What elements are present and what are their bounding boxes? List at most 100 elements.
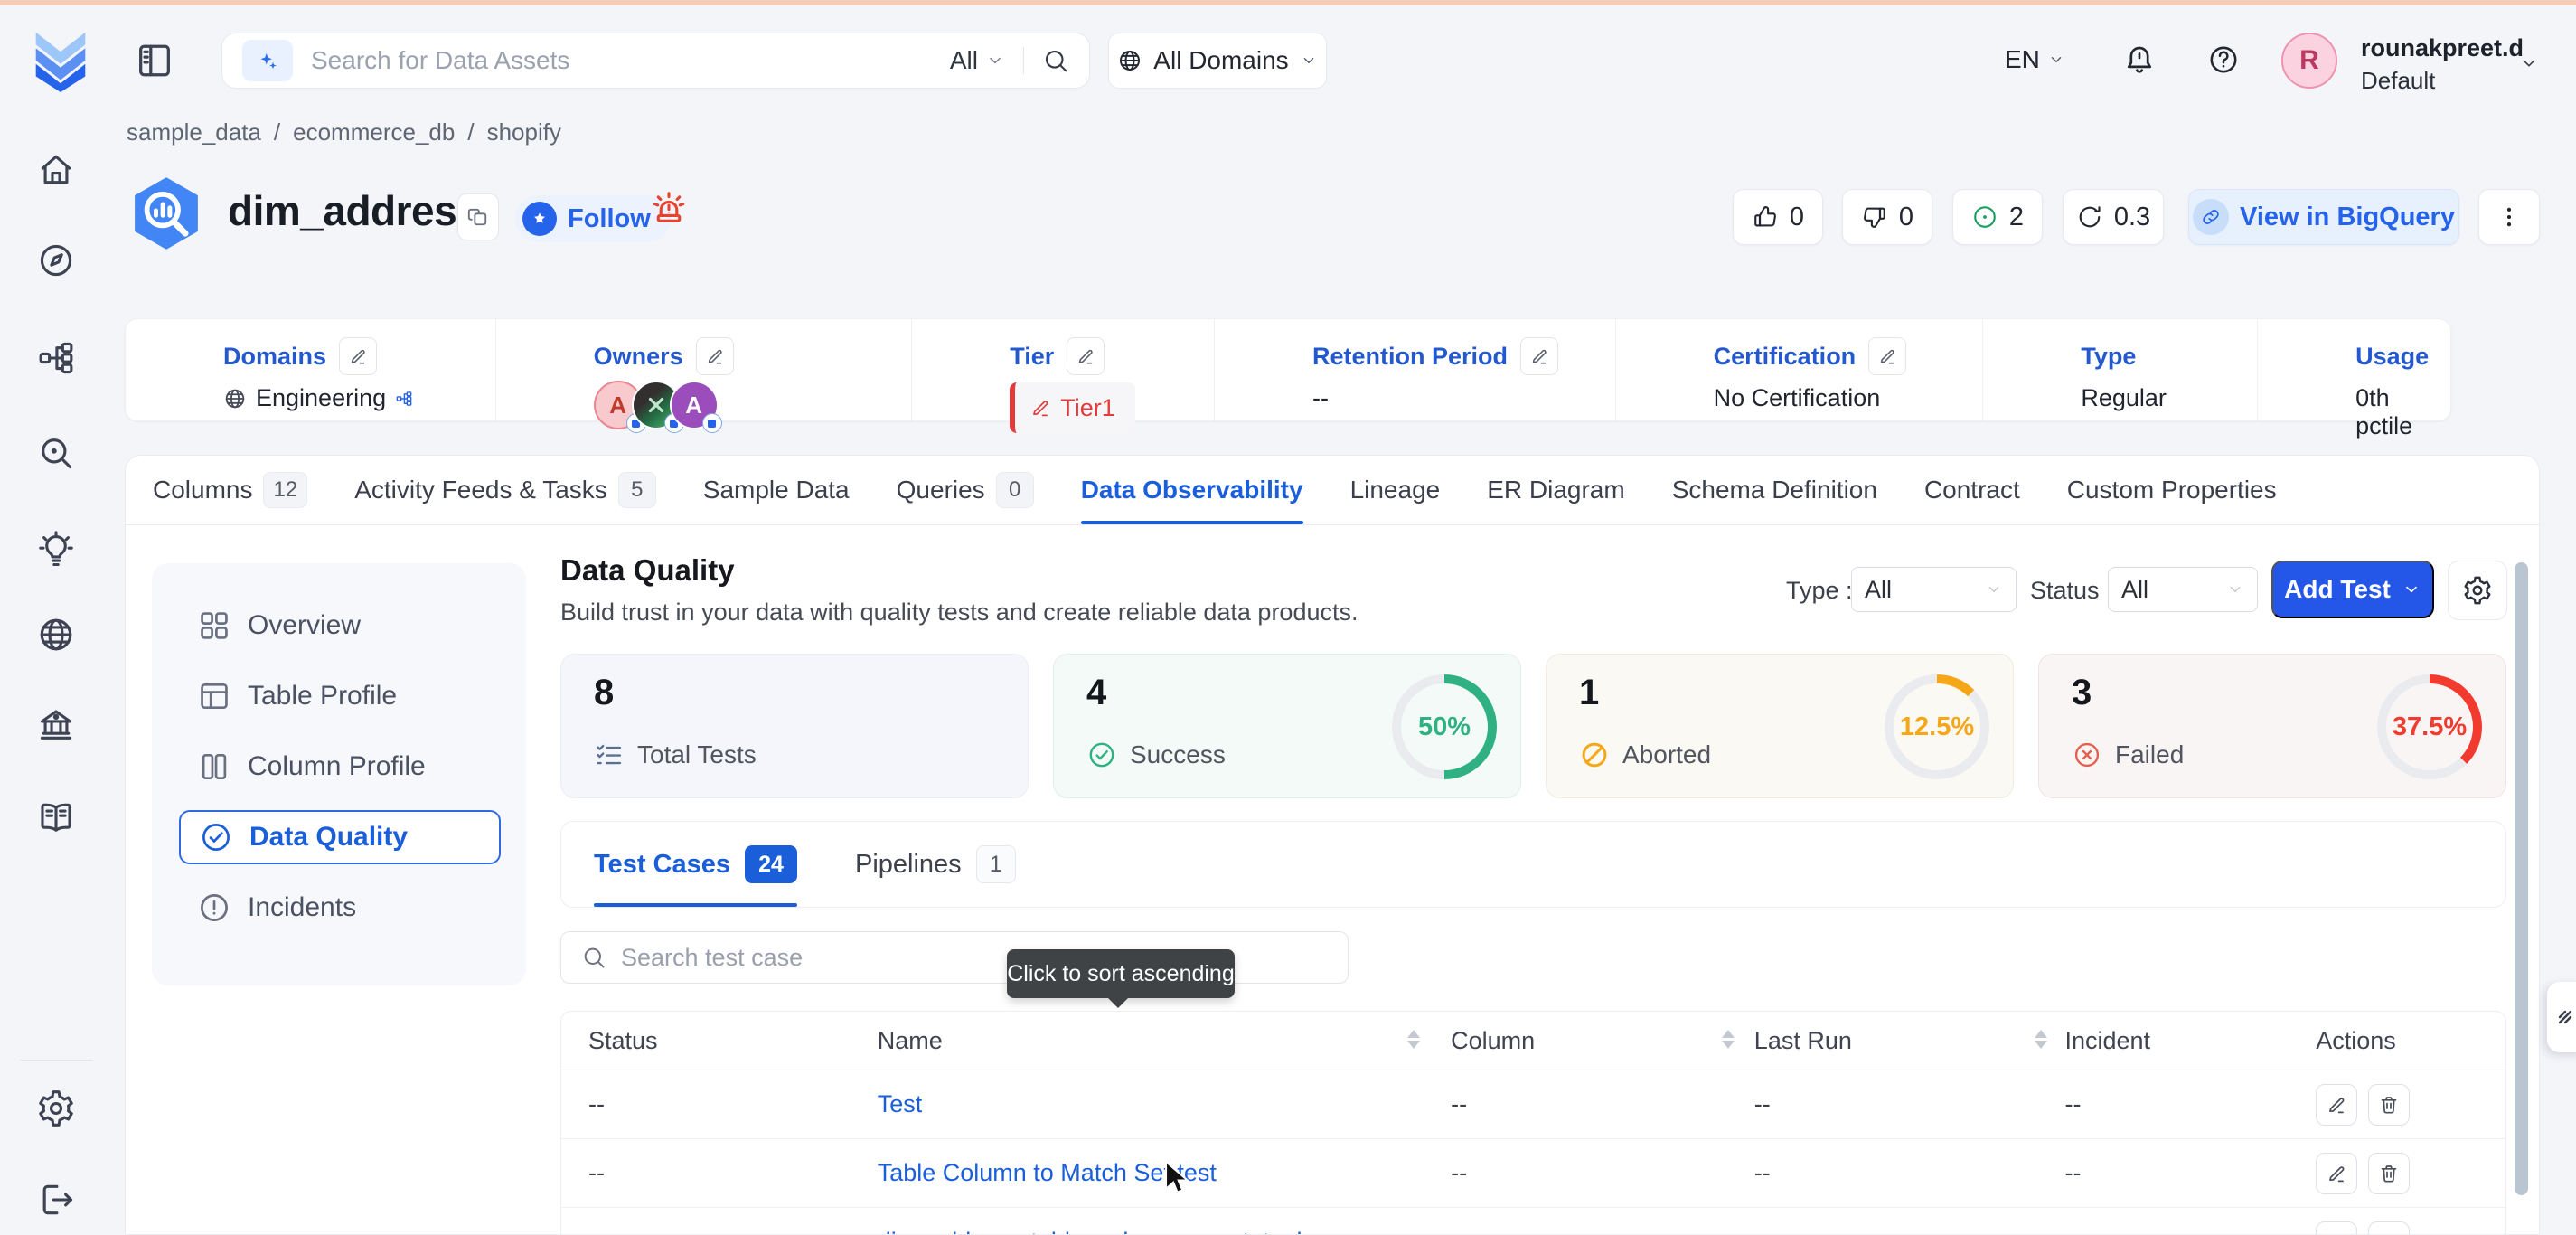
- side-panel-toggle[interactable]: [2547, 982, 2576, 1052]
- delete-test-button[interactable]: [2368, 1221, 2410, 1235]
- tag-icon: [1029, 397, 1051, 419]
- global-search-input[interactable]: [311, 46, 950, 75]
- user-avatar[interactable]: R: [2281, 33, 2337, 89]
- observability-icon[interactable]: [36, 433, 76, 473]
- breadcrumb-schema[interactable]: shopify: [487, 118, 561, 146]
- tab-custom-properties[interactable]: Custom Properties: [2067, 456, 2277, 524]
- edit-test-button[interactable]: [2316, 1153, 2357, 1194]
- edit-test-button[interactable]: [2316, 1084, 2357, 1126]
- tab-er-diagram[interactable]: ER Diagram: [1487, 456, 1624, 524]
- logout-icon[interactable]: [36, 1180, 76, 1220]
- tab-pipelines[interactable]: Pipelines1: [855, 822, 1016, 907]
- col-column[interactable]: Column: [1451, 1027, 1754, 1055]
- ai-sparkle-icon[interactable]: [242, 40, 293, 81]
- view-in-source-button[interactable]: View in BigQuery: [2188, 189, 2459, 245]
- delete-test-button[interactable]: [2368, 1153, 2410, 1194]
- tab-activity-feeds[interactable]: Activity Feeds & Tasks5: [354, 456, 656, 524]
- govern-bank-icon[interactable]: [36, 705, 76, 745]
- col-name[interactable]: Name: [878, 1027, 1451, 1055]
- delete-test-button[interactable]: [2368, 1084, 2410, 1126]
- nav-data-quality[interactable]: Data Quality: [179, 810, 501, 864]
- insights-bulb-icon[interactable]: [36, 530, 76, 570]
- announcement-siren-icon[interactable]: [649, 188, 689, 228]
- card-failed: 3 Failed 37.5%: [2038, 654, 2506, 798]
- sidebar-toggle-icon[interactable]: [134, 40, 175, 81]
- type-filter-select[interactable]: All: [1851, 567, 2017, 612]
- sort-last-run-icon[interactable]: [2035, 1030, 2047, 1049]
- edit-retention-button[interactable]: [1520, 337, 1558, 375]
- owner-avatar[interactable]: A: [670, 381, 719, 429]
- edit-owners-button[interactable]: [696, 337, 734, 375]
- score-button[interactable]: 0.3: [2063, 189, 2164, 245]
- nav-column-profile[interactable]: Column Profile: [152, 740, 526, 794]
- nav-table-profile[interactable]: Table Profile: [152, 669, 526, 723]
- help-icon[interactable]: [2207, 43, 2240, 76]
- follow-button[interactable]: Follow: [515, 195, 671, 242]
- breadcrumb: sample_data / ecommerce_db / shopify: [127, 118, 561, 146]
- refresh-icon: [2076, 203, 2103, 231]
- meta-owners: Owners A A: [496, 319, 913, 420]
- search-scope-value[interactable]: All: [950, 46, 978, 75]
- vertical-scrollbar[interactable]: [2515, 562, 2528, 1195]
- language-dropdown[interactable]: EN: [2005, 45, 2065, 74]
- tab-columns[interactable]: Columns12: [153, 456, 307, 524]
- edit-domains-button[interactable]: [339, 337, 377, 375]
- check-circle-icon: [199, 820, 233, 854]
- tab-contract[interactable]: Contract: [1924, 456, 2020, 524]
- meta-domains: Domains Engineering: [126, 319, 496, 420]
- user-menu-chevron-icon[interactable]: [2518, 52, 2540, 74]
- globe-icon: [223, 387, 247, 410]
- alert-circle-icon: [197, 891, 231, 925]
- nav-incidents[interactable]: Incidents: [152, 881, 526, 935]
- tab-test-cases[interactable]: Test Cases24: [594, 822, 797, 907]
- search-icon[interactable]: [1042, 47, 1069, 74]
- test-case-link[interactable]: Test: [878, 1090, 923, 1117]
- app-logo[interactable]: [25, 22, 96, 92]
- test-case-link[interactable]: dim_address_table_column_count_to_be: [878, 1228, 1324, 1235]
- more-actions-button[interactable]: [2478, 189, 2540, 245]
- row-incident: --: [2064, 1090, 2316, 1118]
- nav-overview[interactable]: Overview: [152, 599, 526, 653]
- status-filter-select[interactable]: All: [2108, 567, 2258, 612]
- dq-settings-button[interactable]: [2448, 561, 2507, 620]
- glossary-book-icon[interactable]: [36, 797, 76, 837]
- link-icon: [2193, 199, 2229, 235]
- edit-tier-button[interactable]: [1067, 337, 1105, 375]
- upvote-button[interactable]: 0: [1733, 189, 1823, 245]
- user-menu[interactable]: rounakpreet.d Default: [2361, 34, 2524, 95]
- sort-name-icon[interactable]: [1407, 1030, 1420, 1049]
- tier-badge[interactable]: Tier1: [1010, 382, 1135, 433]
- tab-queries[interactable]: Queries0: [897, 456, 1034, 524]
- edit-certification-button[interactable]: [1868, 337, 1906, 375]
- edit-test-button[interactable]: [2316, 1221, 2357, 1235]
- thumbs-up-icon: [1752, 203, 1779, 231]
- sort-column-icon[interactable]: [1722, 1030, 1735, 1049]
- add-test-button[interactable]: Add Test: [2271, 561, 2434, 618]
- domains-value[interactable]: Engineering: [256, 384, 386, 412]
- home-icon[interactable]: [36, 149, 76, 189]
- breadcrumb-service[interactable]: sample_data: [127, 118, 261, 146]
- chevron-down-icon[interactable]: [985, 51, 1005, 71]
- copy-name-button[interactable]: [457, 193, 499, 240]
- meta-usage: Usage 0th pctile: [2258, 319, 2450, 420]
- settings-gear-icon[interactable]: [36, 1089, 76, 1128]
- watch-button[interactable]: 2: [1952, 189, 2043, 245]
- success-percent: 50%: [1418, 712, 1471, 742]
- watch-count: 2: [2009, 203, 2024, 232]
- col-incident[interactable]: Incident: [2064, 1027, 2316, 1055]
- explore-compass-icon[interactable]: [36, 240, 76, 280]
- downvote-button[interactable]: 0: [1842, 189, 1932, 245]
- all-domains-dropdown[interactable]: All Domains: [1108, 33, 1327, 89]
- breadcrumb-database[interactable]: ecommerce_db: [293, 118, 455, 146]
- tab-sample-data[interactable]: Sample Data: [703, 456, 850, 524]
- col-last-run[interactable]: Last Run: [1754, 1027, 2065, 1055]
- domains-globe-icon[interactable]: [36, 615, 76, 655]
- tab-schema-definition[interactable]: Schema Definition: [1672, 456, 1877, 524]
- notifications-bell-icon[interactable]: [2122, 42, 2157, 76]
- platform-network-icon[interactable]: [36, 338, 76, 378]
- tab-lineage[interactable]: Lineage: [1350, 456, 1441, 524]
- trash-icon: [2378, 1094, 2400, 1116]
- tab-data-observability[interactable]: Data Observability: [1081, 456, 1303, 524]
- columns-icon: [197, 749, 231, 784]
- col-status[interactable]: Status: [561, 1027, 878, 1055]
